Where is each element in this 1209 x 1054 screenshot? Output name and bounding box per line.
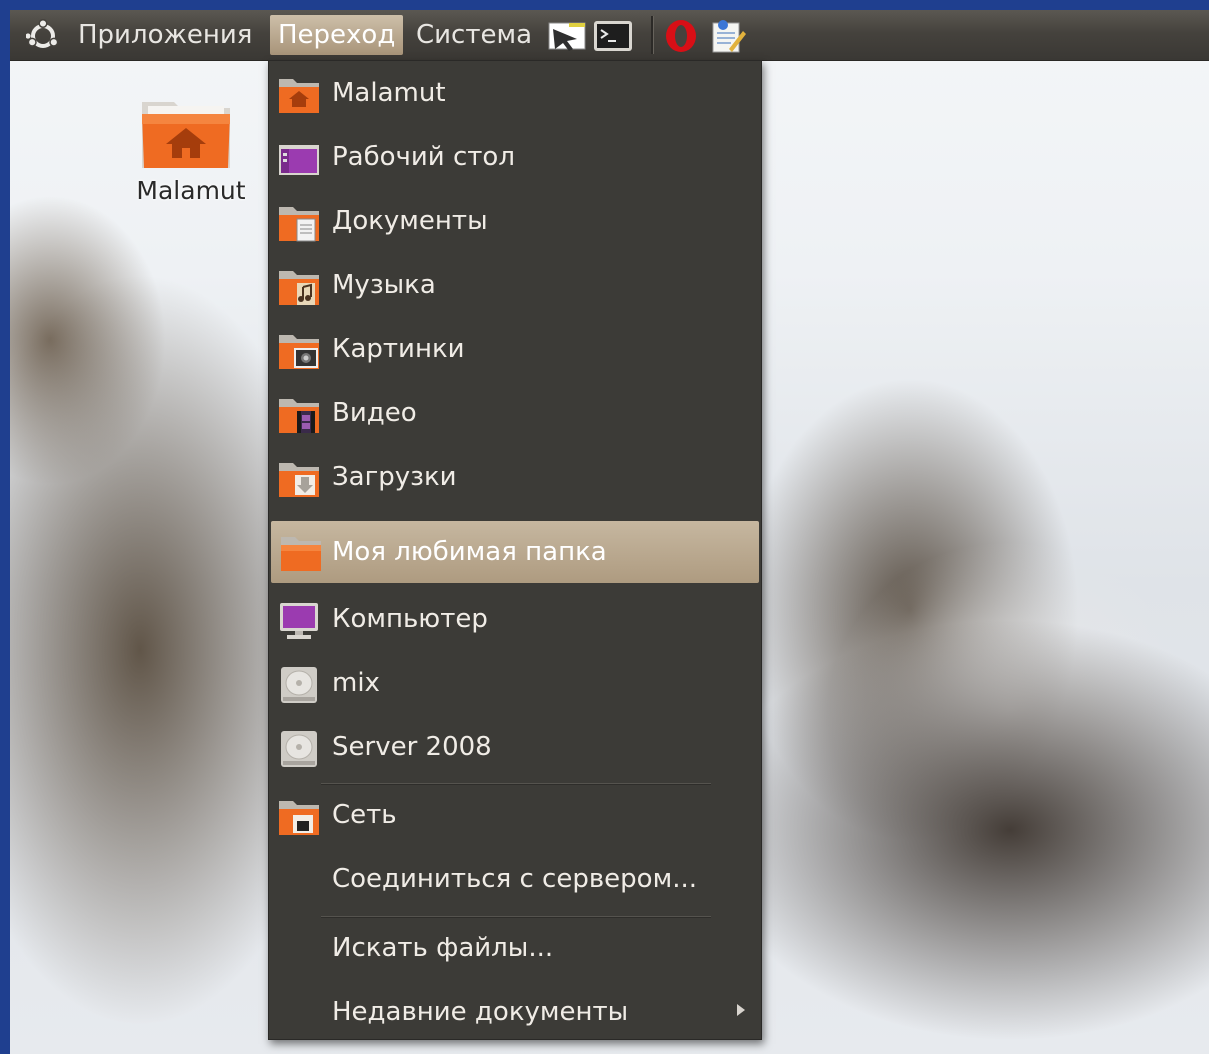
menu-item-recent-documents[interactable]: Недавние документы [269, 982, 761, 1042]
menu-item-label: Загрузки [332, 462, 457, 492]
documents-folder-icon [279, 207, 319, 242]
menu-item-search-files[interactable]: Искать файлы... [269, 918, 761, 978]
drive-icon [281, 731, 317, 767]
menu-item-label: Искать файлы... [332, 933, 554, 963]
menu-item-computer[interactable]: Компьютер [269, 589, 761, 649]
menu-item-downloads[interactable]: Загрузки [269, 447, 761, 507]
screenshot-tool-icon[interactable] [547, 19, 587, 53]
network-folder-icon [279, 801, 319, 835]
panel-separator [651, 16, 654, 54]
menu-item-label: Документы [332, 206, 488, 236]
menu-item-label: Видео [332, 398, 417, 428]
music-folder-icon [279, 271, 319, 305]
menu-item-pictures[interactable]: Картинки [269, 319, 761, 379]
menu-item-label: Server 2008 [332, 732, 492, 762]
menu-item-network[interactable]: Сеть [269, 785, 761, 845]
menu-item-label: Сеть [332, 800, 397, 830]
menu-item-label: Недавние документы [332, 997, 629, 1027]
menu-item-label: Картинки [332, 334, 465, 364]
menu-item-server-drive[interactable]: Server 2008 [269, 717, 761, 777]
computer-icon [280, 603, 318, 639]
pictures-folder-icon [279, 335, 319, 369]
menu-item-label: Моя любимая папка [332, 537, 607, 567]
desktop[interactable]: Приложения Переход Система Malamut Malam… [10, 10, 1209, 1054]
places-dropdown-menu: Malamut Рабочий стол Документы Музыка Ка… [268, 60, 762, 1040]
top-panel: Приложения Переход Система [10, 10, 1209, 61]
menu-item-label: Рабочий стол [332, 142, 515, 172]
menu-item-label: Компьютер [332, 604, 488, 634]
home-folder-icon [142, 102, 230, 168]
menu-item-home[interactable]: Malamut [269, 63, 761, 123]
menu-item-desktop[interactable]: Рабочий стол [269, 127, 761, 187]
menu-item-connect-server[interactable]: Соединиться с сервером... [269, 849, 761, 909]
folder-icon [281, 537, 321, 571]
drive-icon [281, 667, 317, 703]
menu-item-label: Соединиться с сервером... [332, 864, 697, 894]
menu-item-label: mix [332, 668, 380, 698]
desktop-icon-label: Malamut [136, 176, 246, 205]
places-menu[interactable]: Переход [270, 15, 404, 55]
menu-item-documents[interactable]: Документы [269, 191, 761, 251]
applications-menu[interactable]: Приложения [70, 15, 260, 55]
text-editor-icon[interactable] [707, 19, 747, 53]
menu-item-music[interactable]: Музыка [269, 255, 761, 315]
opera-icon[interactable] [661, 19, 701, 53]
menu-item-favorite-folder[interactable]: Моя любимая папка [271, 521, 759, 583]
submenu-arrow-icon [737, 1004, 745, 1016]
downloads-folder-icon [279, 463, 319, 497]
menu-item-label: Музыка [332, 270, 436, 300]
menu-item-videos[interactable]: Видео [269, 383, 761, 443]
system-menu[interactable]: Система [408, 15, 540, 55]
videos-folder-icon [279, 399, 319, 433]
terminal-icon[interactable] [593, 19, 633, 53]
ubuntu-logo-icon[interactable] [26, 19, 60, 53]
menu-item-label: Malamut [332, 78, 446, 108]
menu-item-mix-drive[interactable]: mix [269, 653, 761, 713]
home-folder-icon [279, 79, 319, 113]
desktop-folder-icon [279, 145, 319, 175]
